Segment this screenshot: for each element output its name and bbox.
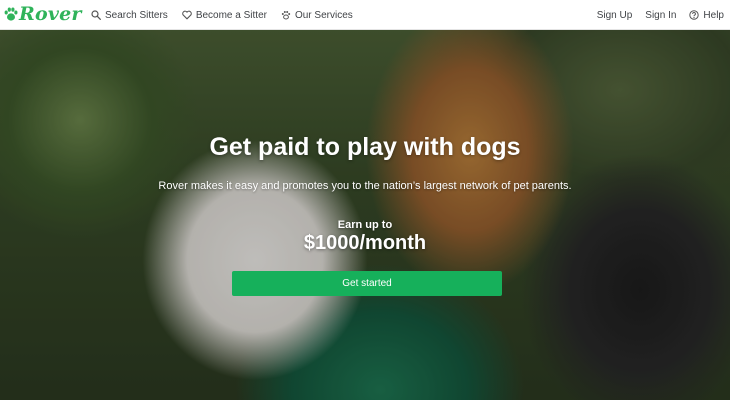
nav-left: Search Sitters Become a Sitter Our Servi… <box>91 0 367 30</box>
nav-our-services[interactable]: Our Services <box>281 10 353 21</box>
nav-become-a-sitter[interactable]: Become a Sitter <box>182 10 267 21</box>
nav-search-sitters[interactable]: Search Sitters <box>91 10 168 21</box>
heart-icon <box>182 10 192 20</box>
rover-logo[interactable]: Rover <box>4 3 82 25</box>
sign-in-link[interactable]: Sign In <box>645 10 676 21</box>
hero-subtitle: Rover makes it easy and promotes you to … <box>158 180 572 192</box>
top-navigation: Rover Search Sitters Become a Sitter Our… <box>0 0 730 30</box>
sign-in-label: Sign In <box>645 9 677 21</box>
paw-logo-icon <box>4 7 18 21</box>
hero-title: Get paid to play with dogs <box>209 133 521 161</box>
earn-label: Earn up to <box>337 219 393 231</box>
help-link[interactable]: Help <box>689 10 724 21</box>
page: Rover Search Sitters Become a Sitter Our… <box>0 0 730 400</box>
earn-amount: $1000/month <box>303 232 427 254</box>
hero-section: Get paid to play with dogs Rover makes i… <box>0 30 730 400</box>
nav-right: Sign Up Sign In Help <box>584 0 724 30</box>
logo-wordmark: Rover <box>19 3 82 25</box>
help-icon <box>689 10 700 20</box>
help-label: Help <box>703 9 724 21</box>
get-started-button[interactable]: Get started <box>232 271 502 296</box>
hero-content: Get paid to play with dogs Rover makes i… <box>0 30 730 400</box>
sign-up-label: Sign Up <box>596 9 633 21</box>
paw-icon <box>281 11 291 20</box>
search-icon <box>91 10 101 20</box>
nav-search-sitters-label: Search Sitters <box>105 9 168 21</box>
nav-our-services-label: Our Services <box>294 9 353 21</box>
nav-become-a-sitter-label: Become a Sitter <box>195 9 267 21</box>
sign-up-link[interactable]: Sign Up <box>597 10 633 21</box>
